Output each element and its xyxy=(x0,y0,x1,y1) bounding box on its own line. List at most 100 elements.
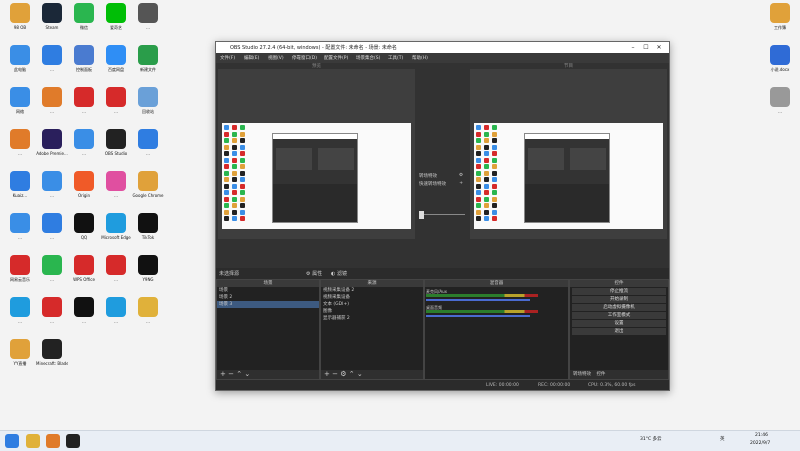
desktop-icon[interactable]: 控制面板 xyxy=(68,45,100,72)
desktop-icon[interactable]: 此电脑 xyxy=(4,45,36,72)
desktop-icon[interactable]: … xyxy=(100,171,132,198)
volume-slider[interactable] xyxy=(426,299,530,301)
desktop-icon[interactable]: Kuaiz… xyxy=(4,171,36,198)
desktop-icon[interactable]: YY直播 xyxy=(4,339,36,366)
desktop-icon[interactable]: … xyxy=(36,171,68,198)
t-bar-slider[interactable] xyxy=(419,211,465,219)
tab-controls[interactable]: 控件 xyxy=(596,372,605,377)
desktop-icon[interactable]: 网易云音乐 xyxy=(4,255,36,282)
close-button[interactable]: ✕ xyxy=(654,43,664,52)
start-recording-button[interactable]: 开始录制 xyxy=(572,296,666,303)
desktop-icon[interactable]: … xyxy=(100,255,132,282)
up-icon[interactable]: ⌃ xyxy=(236,370,242,378)
file-explorer-icon[interactable] xyxy=(26,434,40,448)
tab-transitions[interactable]: 转场特效 xyxy=(573,372,591,377)
remove-icon[interactable]: − xyxy=(332,370,338,378)
desktop-icon[interactable]: … xyxy=(132,129,164,156)
desktop-icon[interactable]: … xyxy=(764,87,796,114)
weather-text[interactable]: 31°C 多云 xyxy=(640,436,662,442)
desktop-icon[interactable]: … xyxy=(68,297,100,324)
scene-item[interactable]: 场景 3 xyxy=(217,301,319,308)
windows-start-icon[interactable] xyxy=(5,434,19,448)
remove-icon[interactable]: − xyxy=(228,370,234,378)
desktop-icon[interactable]: … xyxy=(4,213,36,240)
scene-item[interactable]: 场景 xyxy=(217,287,319,294)
desktop-icon[interactable]: 小说.docx xyxy=(764,45,796,72)
desktop-icon[interactable]: Steam xyxy=(36,3,68,30)
down-icon[interactable]: ⌄ xyxy=(357,370,363,378)
desktop-icon[interactable]: Origin xyxy=(68,171,100,198)
desktop-icon[interactable]: 网络 xyxy=(4,87,36,114)
desktop-icon[interactable]: 微信 xyxy=(68,3,100,30)
desktop-icon[interactable]: Y9NG xyxy=(132,255,164,282)
scene-item[interactable]: 场景 2 xyxy=(217,294,319,301)
filters-button[interactable]: ◐ 滤镜 xyxy=(331,270,347,277)
exit-button[interactable]: 退出 xyxy=(572,328,666,335)
desktop-icon[interactable]: 工作簿 xyxy=(764,3,796,30)
obs-taskbar-icon[interactable] xyxy=(66,434,80,448)
source-item[interactable]: 文本 (GDI+) xyxy=(321,301,423,308)
desktop-icon[interactable]: … xyxy=(4,297,36,324)
menu-scene-collection[interactable]: 场景集合(S) xyxy=(356,55,380,61)
source-item[interactable]: 显示器捕获 2 xyxy=(321,315,423,322)
desktop-icon[interactable]: 爱奇艺 xyxy=(100,3,132,30)
desktop-icon[interactable]: … xyxy=(36,297,68,324)
stop-streaming-button[interactable]: 停止推流 xyxy=(572,288,666,295)
desktop-icon[interactable]: … xyxy=(132,3,164,30)
t-bar-handle[interactable] xyxy=(419,211,424,219)
desktop-icon[interactable]: … xyxy=(36,213,68,240)
plus-icon[interactable]: + xyxy=(459,181,463,186)
virtual-camera-button[interactable]: 启动虚拟摄像机 xyxy=(572,304,666,311)
menu-file[interactable]: 文件(F) xyxy=(220,55,235,61)
clock-date[interactable]: 2022/9/7 xyxy=(750,441,770,446)
settings-button[interactable]: 设置 xyxy=(572,320,666,327)
desktop-icon[interactable]: 98 OB xyxy=(4,3,36,30)
studio-mode-button[interactable]: 工作室模式 xyxy=(572,312,666,319)
desktop-icon[interactable]: … xyxy=(132,297,164,324)
add-icon[interactable]: + xyxy=(220,370,226,378)
up-icon[interactable]: ⌃ xyxy=(349,370,355,378)
preview-screen[interactable] xyxy=(222,123,411,229)
gear-icon[interactable]: ⚙ xyxy=(340,370,346,378)
desktop-icon[interactable]: Minecraft: Blade… xyxy=(36,339,68,366)
menu-docks[interactable]: 停靠窗口(D) xyxy=(292,55,317,61)
properties-button[interactable]: ⚙ 属性 xyxy=(306,270,322,277)
menu-help[interactable]: 帮助(H) xyxy=(412,55,428,61)
taskbar-app-icon[interactable] xyxy=(46,434,60,448)
source-item[interactable]: 图像 xyxy=(321,308,423,315)
desktop-icon[interactable]: … xyxy=(100,297,132,324)
desktop-icon[interactable]: … xyxy=(68,87,100,114)
menu-view[interactable]: 视图(V) xyxy=(268,55,284,61)
transition-button[interactable]: 转场特效 ⚙ xyxy=(419,173,465,181)
volume-slider[interactable] xyxy=(426,315,530,317)
maximize-button[interactable]: ☐ xyxy=(641,43,651,52)
desktop-icon[interactable]: … xyxy=(100,87,132,114)
menu-edit[interactable]: 编辑(E) xyxy=(244,55,259,61)
desktop-icon[interactable]: Adobe Premie... xyxy=(36,129,68,156)
desktop-icon[interactable]: … xyxy=(36,87,68,114)
desktop-icon[interactable]: 百度网盘 xyxy=(100,45,132,72)
input-language[interactable]: 英 xyxy=(720,436,725,442)
down-icon[interactable]: ⌄ xyxy=(244,370,250,378)
desktop-icon[interactable]: QQ xyxy=(68,213,100,240)
menu-tools[interactable]: 工具(T) xyxy=(388,55,403,61)
menu-profile[interactable]: 配置文件(P) xyxy=(324,55,348,61)
add-icon[interactable]: + xyxy=(324,370,330,378)
desktop-icon[interactable]: TikTok xyxy=(132,213,164,240)
gear-icon[interactable]: ⚙ xyxy=(459,173,463,178)
clock-time[interactable]: 21:46 xyxy=(755,433,768,438)
desktop-icon[interactable]: … xyxy=(36,45,68,72)
desktop-icon[interactable]: 回收站 xyxy=(132,87,164,114)
desktop-icon[interactable]: OBS Studio xyxy=(100,129,132,156)
source-item[interactable]: 视频采集设备 xyxy=(321,294,423,301)
app-icon xyxy=(74,129,94,149)
desktop-icon[interactable]: Google Chrome xyxy=(132,171,164,198)
desktop-icon[interactable]: … xyxy=(36,255,68,282)
desktop-icon[interactable]: … xyxy=(4,129,36,156)
source-item[interactable]: 视频采集设备 2 xyxy=(321,287,423,294)
desktop-icon[interactable]: 新建文件 xyxy=(132,45,164,72)
desktop-icon[interactable]: Microsoft Edge xyxy=(100,213,132,240)
desktop-icon[interactable]: … xyxy=(68,129,100,156)
desktop-icon[interactable]: WPS Office xyxy=(68,255,100,282)
minimize-button[interactable]: – xyxy=(628,43,638,52)
